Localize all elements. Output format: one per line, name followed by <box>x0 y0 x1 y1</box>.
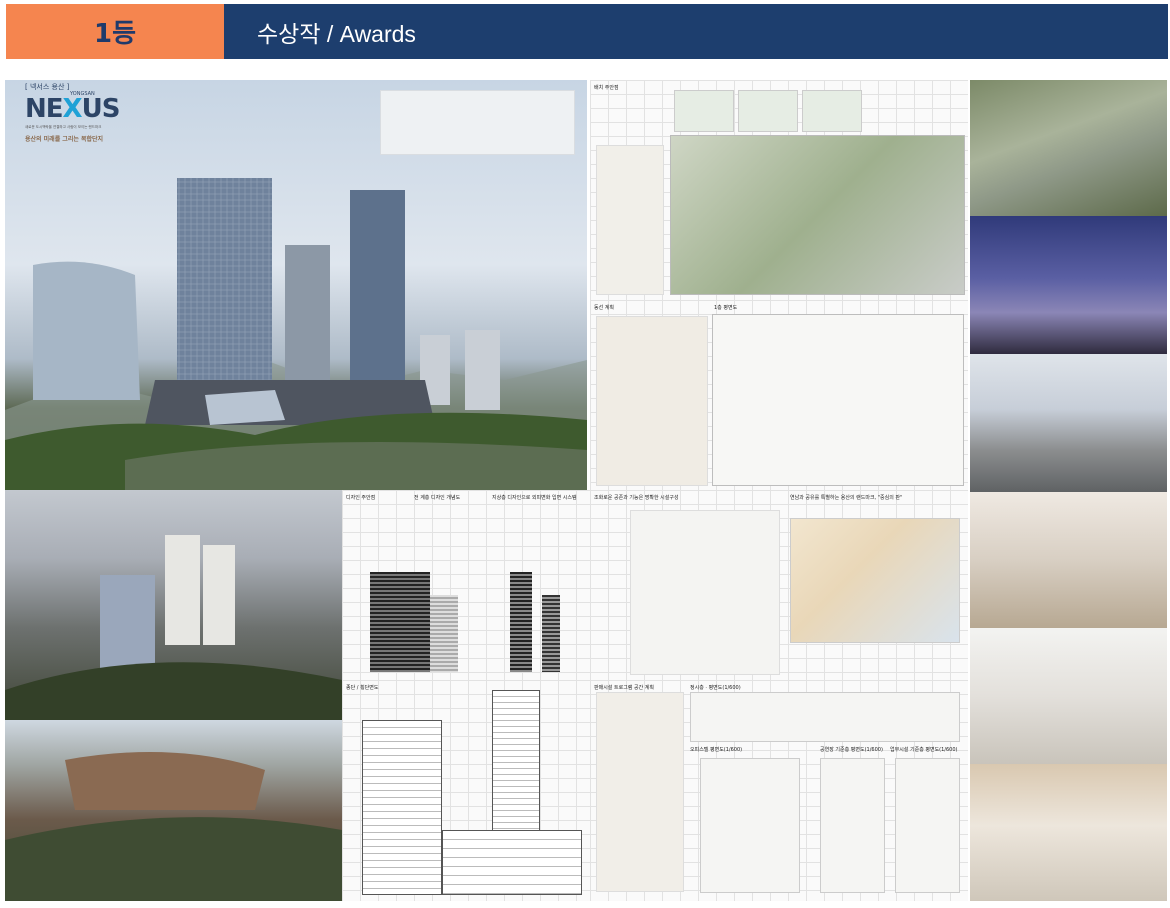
facade-sub1: 전 계층 디자인 개념도 <box>414 495 461 501</box>
elevation-drawing <box>542 595 560 672</box>
floors-title: 판매시설 트로그램 공간 계획 <box>594 685 654 691</box>
diagram-title: 조화로운 공존과 기능은 명확한 시설구성 <box>594 495 679 501</box>
logo-small-label: [ 넥서스 용산 ] <box>25 83 70 91</box>
night-rendering <box>970 216 1167 354</box>
logo-x: X <box>62 94 83 124</box>
plan1-title: 배치 주안점 <box>594 85 619 91</box>
circulation-diagrams <box>596 316 708 486</box>
rank-label: 1등 <box>93 19 136 49</box>
facade-design-board: 디자인 주안점 전 계층 디자인 개념도 지상층 디자인으로 외피변화 입면 시… <box>342 490 590 680</box>
section-drawing <box>362 720 442 895</box>
rank-badge: 1등 <box>6 4 224 59</box>
plan2-subtitle: 1층 평면도 <box>714 305 738 311</box>
ground-floor-plan <box>712 314 964 486</box>
title-bar: 수상작 / Awards <box>224 4 1168 59</box>
facade-title: 디자인 주안점 <box>346 495 376 501</box>
lobby-interior-rendering <box>970 764 1167 901</box>
facade-sub2: 지상층 디자인으로 외피변화 입면 시스템 <box>492 495 577 501</box>
elevation-drawing <box>510 572 532 672</box>
floors-sub4: 업무시설 기준층 평면도(1/600) <box>890 747 958 753</box>
site-plan-board: 배치 주안점 <box>590 80 968 300</box>
section-title: 종단 / 횡단면도 <box>346 685 379 691</box>
axonometric-diagram <box>630 510 780 675</box>
diagram-subtitle: 연남과 공유를 특별하는 용산의 랜드마크, "중심의 판" <box>790 495 903 501</box>
elevation-drawing <box>430 595 458 672</box>
section-board: 종단 / 횡단면도 <box>342 680 590 901</box>
logo-yongsan: YONGSAN <box>70 91 95 97</box>
street-rendering <box>970 354 1167 492</box>
logo-us: US <box>81 94 121 124</box>
floor-plan <box>700 758 800 893</box>
program-plan-diagram <box>790 518 960 643</box>
project-logo: NEXUS <box>25 94 121 124</box>
floor-plan <box>690 692 960 742</box>
logo-main: NE <box>25 94 64 124</box>
program-diagram-board: 조화로운 공존과 기능은 명확한 시설구성 연남과 공유를 특별하는 용산의 랜… <box>590 490 968 680</box>
circulation-plan-board: 동선 계획 1층 평면도 <box>590 300 968 490</box>
dusk-aerial-rendering <box>5 490 342 720</box>
plaza-rendering <box>5 720 342 901</box>
diagram-thumb <box>802 90 862 132</box>
site-plan-drawing <box>670 135 965 295</box>
hero-inset-diagrams <box>380 90 575 155</box>
mall-interior-rendering <box>970 492 1167 628</box>
floor-plans-board: 판매시설 트로그램 공간 계획 정시층 · 평면도(1/600) 오피스텔 평면… <box>590 680 968 901</box>
diagram-thumb <box>738 90 798 132</box>
plan2-title: 동선 계획 <box>594 305 614 311</box>
hero-rendering: [ 넥서스 용산 ] NEXUS YONGSAN 새로운 도시맥락을 연결하고 … <box>5 80 587 490</box>
floors-sub1: 정시층 · 평면도(1/600) <box>690 685 741 691</box>
floors-sub3: 공연장 기준층 평면도(1/600) <box>820 747 883 753</box>
dusk-towers-illustration <box>5 535 342 720</box>
podium-section <box>442 830 582 895</box>
floors-sub2: 오피스텔 평면도(1/600) <box>690 747 743 753</box>
aerial-rendering <box>970 80 1167 216</box>
hero-tagline: 용산의 미래를 그리는 복합단지 <box>25 136 104 143</box>
floor-plan <box>820 758 885 893</box>
hero-subtitle: 새로운 도시맥락을 연결하고 사람이 모이는 랜드마크 <box>25 125 102 129</box>
floor-plan <box>895 758 960 893</box>
plaza-illustration <box>5 752 342 901</box>
program-diagrams <box>596 692 684 892</box>
side-diagrams <box>596 145 664 295</box>
page-title: 수상작 / Awards <box>257 20 416 47</box>
elevation-drawing <box>370 572 430 672</box>
atrium-interior-rendering <box>970 628 1167 764</box>
diagram-thumb <box>674 90 734 132</box>
